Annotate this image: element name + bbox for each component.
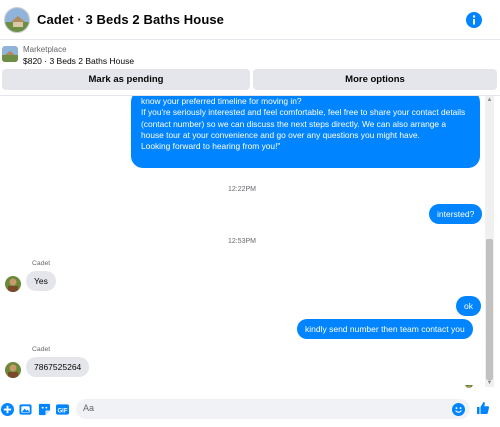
scroll-thumb[interactable]	[486, 239, 493, 380]
photo-icon[interactable]	[19, 403, 32, 416]
message-line: If you're seriously interested and feel …	[141, 107, 466, 140]
outgoing-message: ok	[456, 296, 481, 316]
sender-avatar[interactable]	[5, 362, 21, 378]
message-input[interactable]: Aa	[76, 399, 470, 419]
message-line: Looking forward to hearing from you!"	[141, 141, 281, 152]
scrollbar[interactable]: ▲ ▼	[485, 96, 494, 387]
scroll-up-arrow[interactable]: ▲	[485, 96, 494, 104]
gif-icon[interactable]: GIF	[56, 403, 69, 416]
message-line: know your preferred timeline for moving …	[141, 96, 302, 106]
incoming-message: Yes	[26, 271, 56, 291]
listing-avatar[interactable]	[4, 7, 30, 33]
info-icon[interactable]	[466, 12, 482, 28]
timestamp: 12:53PM	[227, 238, 257, 245]
thumbs-up-icon[interactable]	[476, 401, 490, 415]
read-receipt-avatar	[465, 380, 473, 388]
more-options-button[interactable]: More options	[253, 69, 497, 90]
mark-as-pending-button[interactable]: Mark as pending	[2, 69, 250, 90]
message-list[interactable]: know your preferred timeline for moving …	[0, 96, 484, 394]
plus-icon[interactable]	[1, 403, 14, 416]
svg-text:GIF: GIF	[57, 408, 67, 414]
listing-thumbnail	[2, 46, 18, 62]
outgoing-message: kindly send number then team contact you	[297, 319, 473, 339]
message-input-placeholder: Aa	[83, 403, 95, 413]
sender-name: Cadet	[32, 260, 51, 267]
sticker-icon[interactable]	[38, 403, 51, 416]
outgoing-message-long: know your preferred timeline for moving …	[131, 96, 480, 168]
emoji-icon[interactable]	[452, 403, 465, 416]
sender-avatar[interactable]	[5, 276, 21, 292]
listing-price-title: $820 · 3 Beds 2 Baths House	[23, 56, 135, 66]
outgoing-message: intersted?	[429, 204, 483, 224]
incoming-message: 7867525264	[26, 357, 90, 377]
marketplace-label: Marketplace	[23, 45, 67, 54]
scroll-down-arrow[interactable]: ▼	[485, 379, 494, 387]
sender-name: Cadet	[32, 346, 51, 353]
timestamp: 12:22PM	[227, 186, 257, 193]
conversation-title: Cadet · 3 Beds 2 Baths House	[37, 12, 225, 27]
